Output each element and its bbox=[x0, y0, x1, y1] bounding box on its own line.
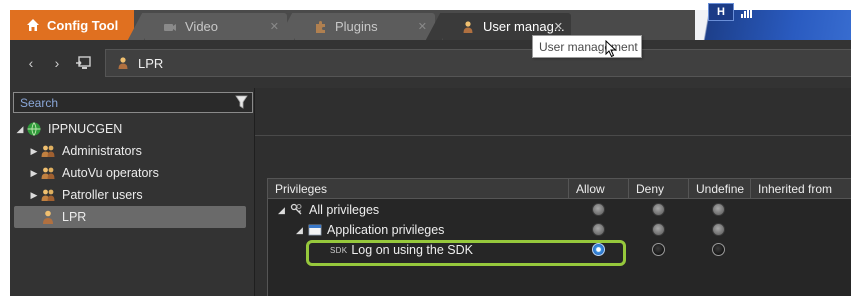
user-icon bbox=[463, 20, 473, 33]
address-text: LPR bbox=[138, 55, 164, 71]
undefined-radio[interactable] bbox=[712, 243, 725, 256]
tab-video-label: Video bbox=[185, 19, 219, 34]
expand-arrow-icon[interactable]: ▶ bbox=[28, 146, 40, 157]
tree-item-label: LPR bbox=[62, 210, 87, 224]
tree-item-lpr[interactable]: LPR bbox=[14, 206, 246, 228]
undefined-radio[interactable] bbox=[712, 203, 725, 216]
search-placeholder: Search bbox=[20, 95, 59, 110]
user-group-icon bbox=[41, 145, 55, 157]
tooltip: User management bbox=[532, 35, 642, 58]
privileges-grid: Privileges Allow Deny Undefine Inherited… bbox=[267, 178, 851, 296]
tree-item-ippnucgen[interactable]: ◢ IPPNUCGEN bbox=[14, 118, 254, 140]
privilege-label: Application privileges bbox=[327, 223, 445, 237]
entity-tree: ◢ IPPNUCGEN ▶ Administrators ▶ AutoVu op… bbox=[14, 118, 254, 228]
filter-icon[interactable] bbox=[235, 95, 248, 110]
deny-radio[interactable] bbox=[652, 243, 665, 256]
column-header-deny[interactable]: Deny bbox=[628, 179, 688, 199]
column-header-inherited-from[interactable]: Inherited from bbox=[750, 179, 851, 199]
tab-user-management-label: User manag... bbox=[483, 19, 565, 34]
tree-item-label: IPPNUCGEN bbox=[48, 122, 123, 136]
tree-item-label: AutoVu operators bbox=[62, 166, 159, 180]
tree-item-autovu-operators[interactable]: ▶ AutoVu operators bbox=[14, 162, 254, 184]
puzzle-icon bbox=[316, 20, 325, 33]
signal-icon bbox=[741, 4, 752, 18]
divider bbox=[255, 135, 851, 136]
deny-radio[interactable] bbox=[652, 203, 665, 216]
column-header-privileges[interactable]: Privileges bbox=[268, 179, 568, 199]
entity-browser: Search ◢ IPPNUCGEN ▶ Administrators ▶ Au… bbox=[10, 88, 254, 296]
privilege-row-all: ◢ All privileges bbox=[268, 200, 851, 220]
back-arrow-icon[interactable]: ‹ bbox=[22, 54, 40, 72]
undefined-radio[interactable] bbox=[712, 223, 725, 236]
nav-bar: ‹ › LPR bbox=[10, 40, 851, 88]
tab-plugins[interactable]: Plugins ✕ bbox=[295, 13, 435, 40]
grid-header: Privileges Allow Deny Undefine Inherited… bbox=[268, 179, 851, 199]
home-icon bbox=[27, 19, 39, 31]
pin-screen-icon[interactable] bbox=[74, 54, 92, 72]
search-input[interactable]: Search bbox=[13, 92, 253, 113]
server-globe-icon bbox=[27, 122, 41, 136]
tree-item-label: Administrators bbox=[62, 144, 142, 158]
mouse-cursor-icon bbox=[605, 40, 617, 58]
user-icon bbox=[43, 210, 53, 224]
expand-arrow-icon[interactable]: ▶ bbox=[28, 190, 40, 201]
tab-config-tool[interactable]: Config Tool bbox=[10, 10, 134, 40]
forward-arrow-icon[interactable]: › bbox=[48, 54, 66, 72]
user-group-icon bbox=[41, 167, 55, 179]
user-icon bbox=[118, 57, 128, 69]
expand-arrow-icon[interactable]: ◢ bbox=[14, 124, 26, 135]
privilege-label: All privileges bbox=[309, 203, 380, 217]
tab-config-tool-label: Config Tool bbox=[47, 17, 119, 33]
allow-radio[interactable] bbox=[592, 223, 605, 236]
column-header-undefined[interactable]: Undefine bbox=[688, 179, 750, 199]
close-icon[interactable]: ✕ bbox=[270, 20, 279, 33]
keys-icon bbox=[290, 203, 302, 215]
tree-item-administrators[interactable]: ▶ Administrators bbox=[14, 140, 254, 162]
allow-radio[interactable] bbox=[592, 203, 605, 216]
tree-item-patroller-users[interactable]: ▶ Patroller users bbox=[14, 184, 254, 206]
window-icon bbox=[308, 224, 322, 236]
highlight-box bbox=[306, 240, 626, 266]
expand-arrow-icon[interactable]: ◢ bbox=[278, 205, 290, 216]
tree-item-label: Patroller users bbox=[62, 188, 143, 202]
video-camera-icon bbox=[164, 23, 176, 31]
tab-plugins-label: Plugins bbox=[335, 19, 378, 34]
privilege-name[interactable]: ◢ All privileges bbox=[278, 200, 379, 220]
deny-radio[interactable] bbox=[652, 223, 665, 236]
status-box[interactable]: H bbox=[708, 3, 734, 21]
expand-arrow-icon[interactable]: ◢ bbox=[296, 225, 308, 236]
user-group-icon bbox=[41, 189, 55, 201]
tab-video[interactable]: Video ✕ bbox=[145, 13, 287, 40]
close-icon[interactable]: ✕ bbox=[418, 20, 427, 33]
column-header-allow[interactable]: Allow bbox=[568, 179, 628, 199]
expand-arrow-icon[interactable]: ▶ bbox=[28, 168, 40, 179]
privilege-name[interactable]: ◢ Application privileges bbox=[296, 220, 444, 240]
privilege-row-application: ◢ Application privileges bbox=[268, 220, 851, 240]
address-bar[interactable]: LPR bbox=[105, 49, 851, 77]
